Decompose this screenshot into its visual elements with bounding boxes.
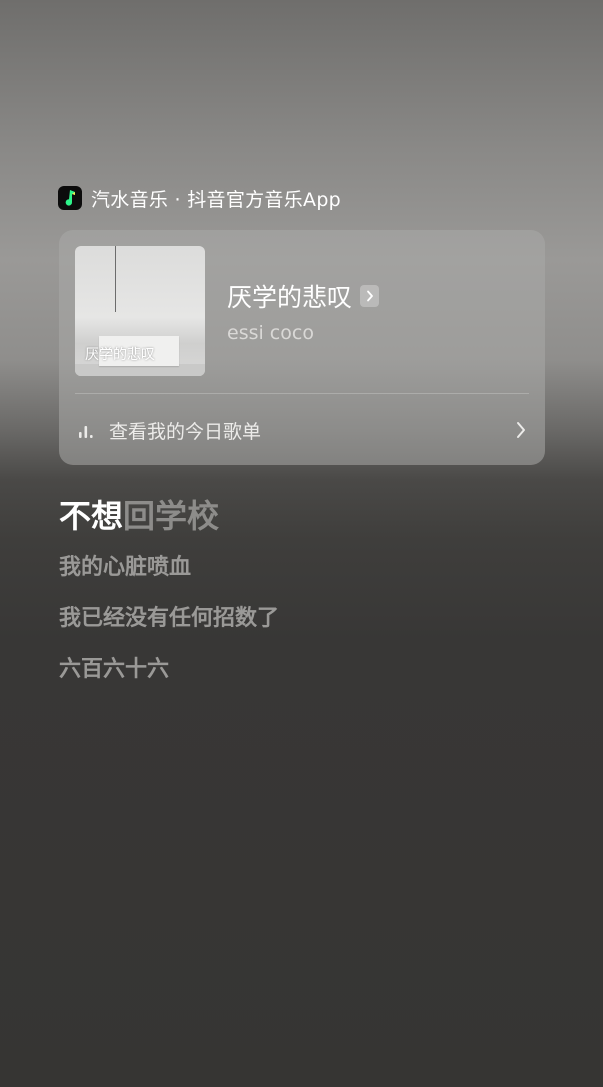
app-logo — [58, 186, 82, 210]
brand-title: 汽水音乐 · 抖音官方音乐App — [91, 188, 342, 211]
daily-playlist-row[interactable]: 查看我的今日歌单 — [75, 410, 529, 450]
lyric-unsung-part: 回学校 — [123, 497, 220, 535]
cover-title: 厌学的悲叹 — [85, 347, 155, 363]
current-lyric-line[interactable]: 不想回学校 — [59, 494, 279, 540]
lyric-line[interactable]: 我已经没有任何招数了 — [59, 591, 279, 642]
song-title: 厌学的悲叹 — [227, 283, 353, 312]
music-note-icon — [65, 190, 75, 206]
chevron-right-icon — [360, 285, 380, 307]
lyric-line[interactable]: 六百六十六 — [59, 642, 279, 693]
chevron-right-icon — [513, 420, 529, 440]
song-card[interactable]: 厌学的悲叹 厌学的悲叹 essi coco 查看我的今日歌单 — [59, 230, 545, 465]
brand-header: 汽水音乐 · 抖音官方音乐App — [58, 184, 341, 212]
playlist-label: 查看我的今日歌单 — [109, 420, 262, 443]
album-cover[interactable]: 厌学的悲叹 — [75, 246, 205, 376]
lyrics-panel[interactable]: 不想回学校 我的心脏喷血 我已经没有任何招数了 六百六十六 — [59, 494, 279, 693]
song-title-link[interactable]: 厌学的悲叹 — [227, 278, 380, 314]
cover-decoration — [115, 246, 116, 312]
lyric-sung-part: 不想 — [59, 497, 124, 535]
artist-name[interactable]: essi coco — [227, 322, 314, 344]
equalizer-icon — [75, 421, 97, 439]
divider — [75, 393, 529, 394]
lyric-line[interactable]: 我的心脏喷血 — [59, 540, 279, 591]
